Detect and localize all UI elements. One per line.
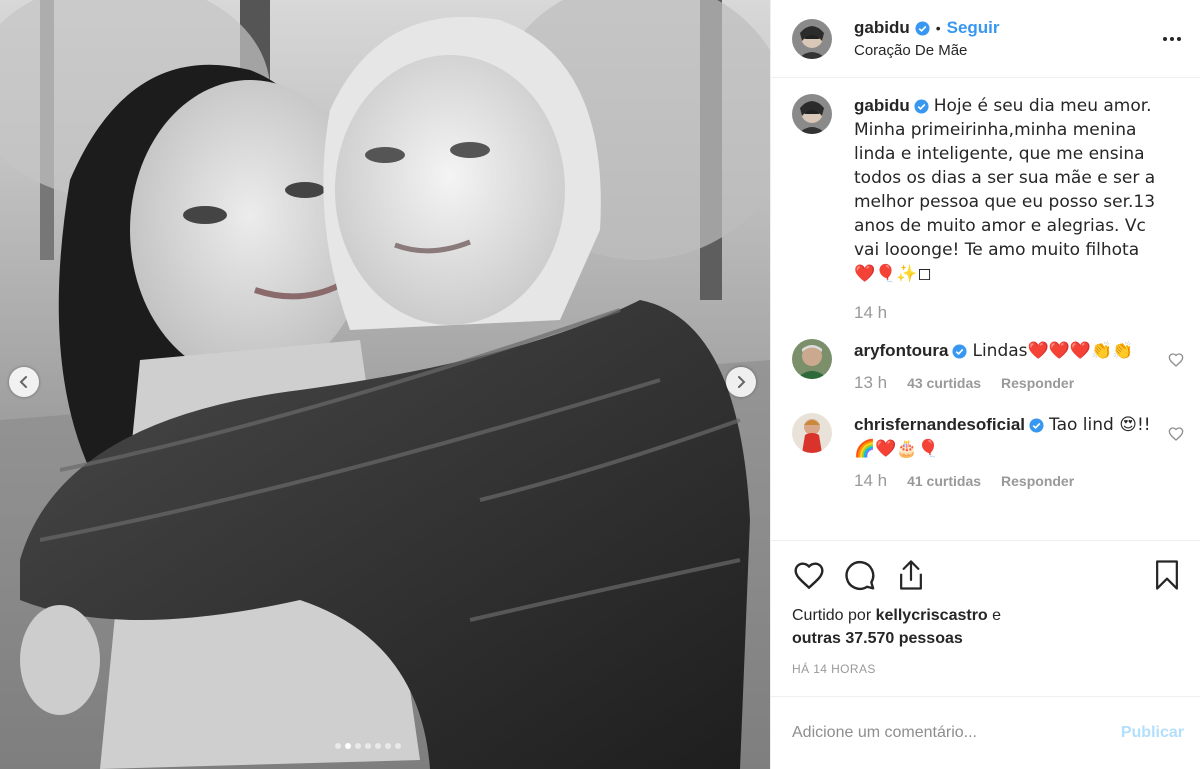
likes-prefix: Curtido por [792, 607, 872, 624]
add-comment-bar: Publicar [771, 696, 1200, 769]
author-avatar[interactable] [792, 94, 832, 134]
carousel-dot [395, 743, 401, 749]
caption: gabidu Hoje é seu dia meu amor. Minha pri… [792, 94, 1184, 323]
comment-username[interactable]: aryfontoura [854, 341, 948, 360]
comment-username[interactable]: chrisfernandesoficial [854, 415, 1025, 434]
post-side-panel: gabidu • Seguir Coração De Mãe gabidu Ho… [770, 0, 1200, 769]
carousel-dot [385, 743, 391, 749]
likes-conjunction: e [992, 607, 1002, 624]
comment-likes[interactable]: 41 curtidas [907, 473, 981, 489]
chevron-left-icon [19, 376, 27, 388]
carousel-dot [365, 743, 371, 749]
post-timestamp[interactable]: HÁ 14 HORAS [792, 662, 1184, 676]
verified-badge-icon [1029, 418, 1044, 433]
likes-summary: Curtido por kellycriscastro e outras 37.… [792, 604, 1184, 650]
comments-list[interactable]: gabidu Hoje é seu dia meu amor. Minha pri… [771, 78, 1200, 540]
post-location[interactable]: Coração De Mãe [854, 42, 1160, 59]
comment-text: Lindas❤️❤️❤️👏👏 [972, 341, 1134, 361]
carousel-next-button[interactable] [726, 367, 756, 397]
action-bar [792, 555, 1184, 595]
reply-button[interactable]: Responder [1001, 375, 1074, 391]
comment-item: aryfontoura Lindas❤️❤️❤️👏👏 13 h 43 curtid… [792, 339, 1184, 393]
comment-likes[interactable]: 43 curtidas [907, 375, 981, 391]
comment-input[interactable] [792, 724, 1121, 742]
author-username[interactable]: gabidu [854, 18, 910, 38]
comment-button[interactable] [843, 558, 877, 592]
carousel-prev-button[interactable] [9, 367, 39, 397]
comment-time[interactable]: 14 h [854, 471, 887, 491]
share-upload-icon [900, 560, 922, 590]
carousel-dot [335, 743, 341, 749]
comment-bubble-icon [845, 561, 875, 590]
caption-time[interactable]: 14 h [854, 303, 887, 323]
follow-button[interactable]: Seguir [947, 18, 1000, 38]
heart-icon [794, 562, 824, 590]
save-button[interactable] [1150, 558, 1184, 592]
post-header: gabidu • Seguir Coração De Mãe [771, 0, 1200, 78]
verified-badge-icon [914, 99, 929, 114]
more-horizontal-icon [1163, 36, 1181, 41]
like-button[interactable] [792, 558, 826, 592]
chevron-right-icon [738, 376, 746, 388]
reply-button[interactable]: Responder [1001, 473, 1074, 489]
commenter-avatar[interactable] [792, 413, 832, 453]
commenter-avatar[interactable] [792, 339, 832, 379]
comment-item: chrisfernandesoficial Tao lind 😍!! 🌈❤️🎂🎈 … [792, 413, 1184, 491]
likes-others[interactable]: outras 37.570 pessoas [792, 630, 963, 647]
verified-badge-icon [915, 20, 930, 36]
author-avatar[interactable] [792, 18, 832, 59]
carousel-indicator [335, 743, 401, 749]
post-actions-section: Curtido por kellycriscastro e outras 37.… [771, 540, 1200, 676]
publish-button[interactable]: Publicar [1121, 724, 1184, 742]
more-options-button[interactable] [1160, 27, 1184, 51]
share-button[interactable] [894, 558, 928, 592]
post-media[interactable] [0, 0, 770, 769]
comment-time[interactable]: 13 h [854, 373, 887, 393]
comment-like-heart-icon[interactable] [1168, 426, 1184, 442]
separator-dot: • [935, 20, 941, 36]
post-photo [0, 0, 770, 769]
likes-user[interactable]: kellycriscastro [876, 607, 988, 624]
caption-text: Hoje é seu dia meu amor. Minha primeirin… [854, 96, 1156, 284]
bookmark-icon [1156, 560, 1178, 590]
instagram-post: gabidu • Seguir Coração De Mãe gabidu Ho… [0, 0, 1200, 769]
verified-badge-icon [952, 344, 967, 359]
carousel-dot [375, 743, 381, 749]
comment-like-heart-icon[interactable] [1168, 352, 1184, 368]
carousel-dot [355, 743, 361, 749]
carousel-dot [345, 743, 351, 749]
caption-username[interactable]: gabidu [854, 96, 910, 115]
